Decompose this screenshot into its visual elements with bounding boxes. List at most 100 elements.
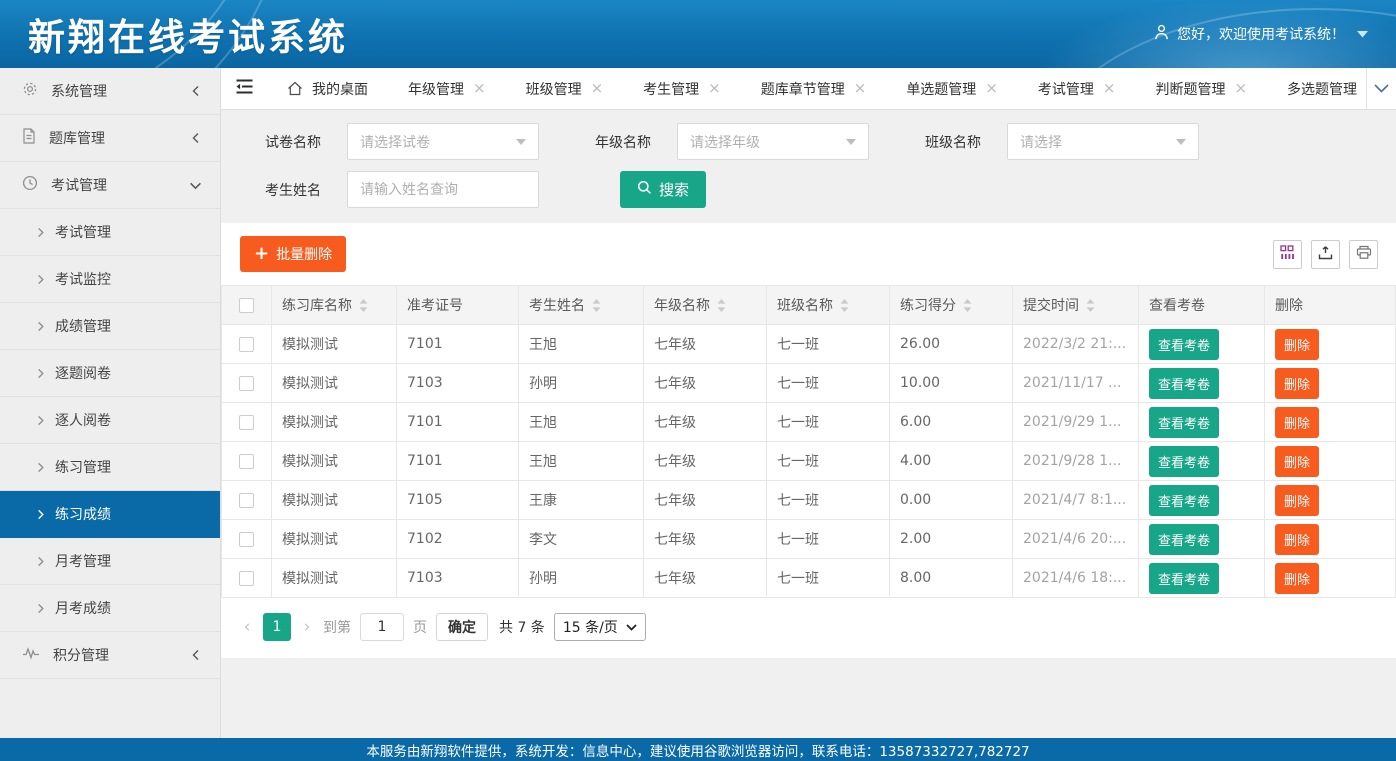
view-paper-button[interactable]: 查看考卷 [1149,485,1219,516]
view-paper-button[interactable]: 查看考卷 [1149,329,1219,360]
tab-0[interactable]: 我的桌面 [267,68,388,109]
delete-row-button[interactable]: 删除 [1275,524,1319,555]
app-header: 新翔在线考试系统 您好，欢迎使用考试系统！ [0,0,1396,68]
cell-name: 王旭 [519,403,644,442]
select-all-checkbox[interactable] [239,298,254,313]
sidebar-item-4[interactable]: 考试监控 [0,256,220,303]
view-paper-button[interactable]: 查看考卷 [1149,563,1219,594]
sidebar-item-8[interactable]: 练习管理 [0,444,220,491]
sort-icon[interactable] [717,299,726,312]
column-header-4[interactable]: 班级名称 [767,286,890,325]
tab-close-icon[interactable]: × [591,81,604,96]
column-header-6[interactable]: 提交时间 [1013,286,1139,325]
sort-icon[interactable] [963,299,972,312]
tab-2[interactable]: 班级管理 × [506,68,624,109]
cell-grade: 七年级 [644,325,767,364]
sidebar-item-3[interactable]: 考试管理 [0,209,220,256]
sidebar-item-10[interactable]: 月考管理 [0,538,220,585]
search-button[interactable]: 搜索 [620,171,706,208]
goto-page-input[interactable] [360,613,404,641]
cell-grade: 七年级 [644,559,767,598]
cell-ticket: 7103 [397,364,519,403]
sidebar-item-5[interactable]: 成绩管理 [0,303,220,350]
sidebar-group-2[interactable]: 考试管理 [0,162,220,209]
column-header-3[interactable]: 年级名称 [644,286,767,325]
cell-grade: 七年级 [644,403,767,442]
delete-row-button[interactable]: 删除 [1275,368,1319,399]
cell-library: 模拟测试 [272,520,397,559]
delete-row-button[interactable]: 删除 [1275,563,1319,594]
sidebar-toggle-button[interactable] [221,68,267,109]
columns-icon [1280,245,1295,264]
prev-page-button[interactable]: ‹ [240,617,254,637]
cell-ticket: 7103 [397,559,519,598]
grade-select[interactable]: 请选择年级 [677,123,869,160]
delete-row-button[interactable]: 删除 [1275,329,1319,360]
sidebar-group-12[interactable]: 积分管理 [0,632,220,679]
tabs-overflow-button[interactable] [1366,68,1396,109]
tab-close-icon[interactable]: × [473,81,486,96]
view-paper-button[interactable]: 查看考卷 [1149,524,1219,555]
delete-row-button[interactable]: 删除 [1275,485,1319,516]
view-paper-button[interactable]: 查看考卷 [1149,446,1219,477]
content-area: 我的桌面 年级管理 × 班级管理 × 考生管理 × 题库章节管理 × 单选题管理… [221,68,1396,738]
tab-7[interactable]: 判断题管理 × [1135,68,1267,109]
sidebar-item-6[interactable]: 逐题阅卷 [0,350,220,397]
row-checkbox[interactable] [239,337,254,352]
row-checkbox[interactable] [239,415,254,430]
columns-button[interactable] [1273,240,1302,269]
view-paper-button[interactable]: 查看考卷 [1149,407,1219,438]
tab-1[interactable]: 年级管理 × [388,68,506,109]
confirm-page-button[interactable]: 确定 [436,613,488,641]
export-icon [1318,245,1333,264]
row-checkbox[interactable] [239,376,254,391]
column-header-2[interactable]: 考生姓名 [519,286,644,325]
tab-8[interactable]: 多选题管理 × [1267,68,1366,109]
export-button[interactable] [1311,240,1340,269]
select-all-cell [222,286,272,325]
goto-label: 到第 [323,617,351,637]
column-header-0[interactable]: 练习库名称 [272,286,397,325]
row-checkbox[interactable] [239,454,254,469]
cell-name: 李文 [519,520,644,559]
delete-row-button[interactable]: 删除 [1275,446,1319,477]
tab-3[interactable]: 考生管理 × [623,68,741,109]
exam-paper-select[interactable]: 请选择试卷 [347,123,539,160]
tab-5[interactable]: 单选题管理 × [886,68,1018,109]
row-checkbox[interactable] [239,532,254,547]
print-button[interactable] [1349,240,1378,269]
sidebar-group-1[interactable]: 题库管理 [0,115,220,162]
sort-icon[interactable] [1086,299,1095,312]
tab-close-icon[interactable]: × [708,81,721,96]
row-checkbox[interactable] [239,571,254,586]
sidebar-item-11[interactable]: 月考成绩 [0,585,220,632]
sidebar-group-0[interactable]: 系统管理 [0,68,220,115]
cell-library: 模拟测试 [272,442,397,481]
sort-icon[interactable] [592,299,601,312]
delete-row-button[interactable]: 删除 [1275,407,1319,438]
tab-6[interactable]: 考试管理 × [1018,68,1136,109]
table-row: 模拟测试7103孙明七年级七一班8.002021/4/6 18:...查看考卷删… [222,559,1396,598]
tab-4[interactable]: 题库章节管理 × [741,68,887,109]
data-panel: + 批量删除 [221,223,1396,658]
batch-delete-button[interactable]: + 批量删除 [240,236,346,272]
sort-icon[interactable] [840,299,849,312]
sidebar-item-9[interactable]: 练习成绩 [0,491,220,538]
next-page-button[interactable]: › [300,617,314,637]
tab-close-icon[interactable]: × [1234,81,1247,96]
class-select[interactable]: 请选择 [1007,123,1199,160]
page-size-select[interactable]: 15 条/页 [554,613,646,641]
tab-close-icon[interactable]: × [1103,81,1116,96]
cell-score: 8.00 [890,559,1013,598]
sidebar-item-7[interactable]: 逐人阅卷 [0,397,220,444]
user-menu[interactable]: 您好，欢迎使用考试系统！ [1154,24,1368,44]
tab-close-icon[interactable]: × [854,81,867,96]
column-header-5[interactable]: 练习得分 [890,286,1013,325]
row-checkbox[interactable] [239,493,254,508]
view-paper-button[interactable]: 查看考卷 [1149,368,1219,399]
tab-close-icon[interactable]: × [985,81,998,96]
page-number-button[interactable]: 1 [263,613,291,641]
user-icon [1154,24,1169,44]
student-name-input[interactable] [360,182,526,198]
sort-icon[interactable] [359,299,368,312]
